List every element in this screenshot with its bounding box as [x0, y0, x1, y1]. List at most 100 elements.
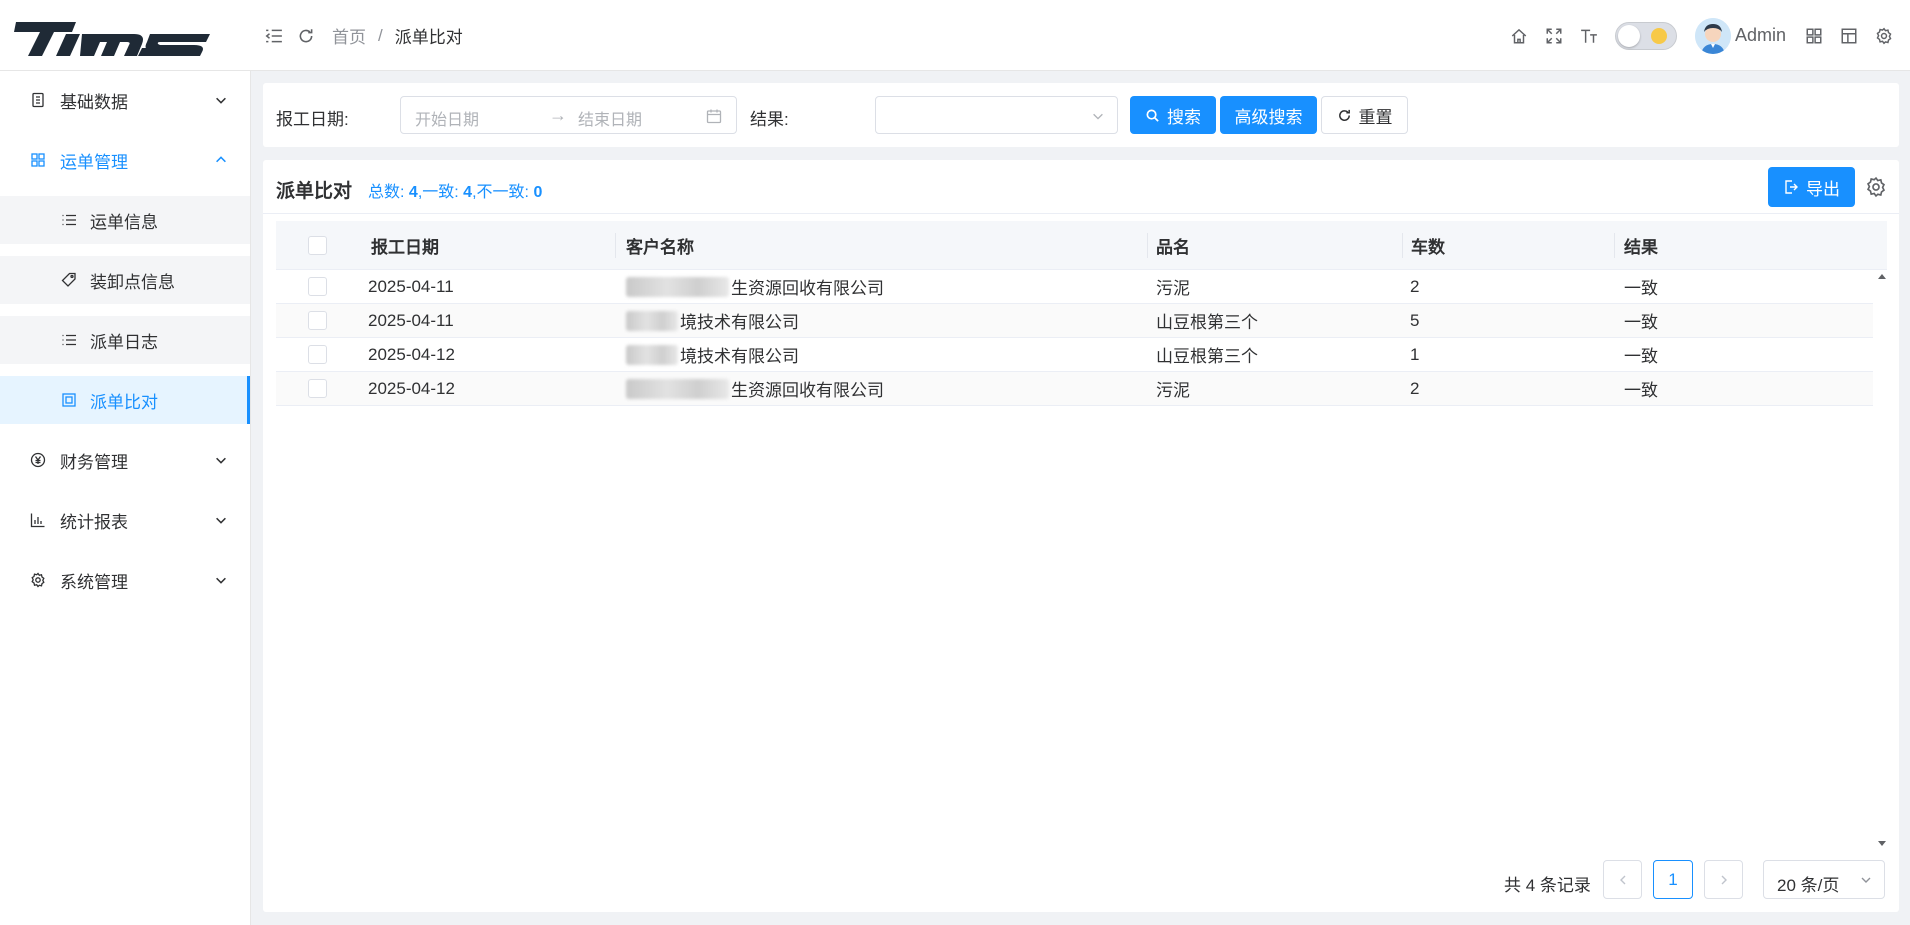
table-summary: 总数: 4,一致: 4,不一致: 0 [368, 178, 542, 202]
redacted-text [626, 310, 678, 331]
sun-icon [1650, 27, 1667, 44]
column-divider [1147, 233, 1148, 258]
cell-product: 污泥 [1156, 279, 1190, 298]
layout-grid-icon[interactable] [1802, 24, 1826, 48]
cell-count: 2 [1410, 378, 1420, 398]
redacted-text [626, 344, 678, 365]
column-header-result[interactable]: 结果 [1624, 221, 1658, 270]
cell-count: 2 [1410, 276, 1420, 296]
chevron-down-icon [1093, 113, 1103, 120]
select-all-cell [308, 221, 327, 270]
sidebar-item-waybill-info[interactable]: 运单信息 [0, 196, 250, 244]
breadcrumb-home[interactable]: 首页 [332, 23, 366, 48]
font-size-icon[interactable] [1577, 24, 1601, 48]
app-root: 首页 / 派单比对 Admin 基础数据 运单管理 运单信息 装卸点信息 派单日… [0, 0, 1910, 925]
sidebar-item-basic-data[interactable]: 基础数据 [0, 76, 250, 124]
chevron-down-icon [216, 517, 226, 524]
row-checkbox[interactable] [308, 345, 327, 364]
end-date-input[interactable]: 结束日期 [578, 106, 642, 130]
customer-name: 境技术有限公司 [680, 313, 799, 332]
page-number-button[interactable]: 1 [1653, 860, 1693, 899]
cell-result: 一致 [1624, 381, 1658, 400]
column-header-customer[interactable]: 客户名称 [626, 221, 694, 270]
table-title: 派单比对 [276, 181, 353, 202]
sidebar-item-system[interactable]: 系统管理 [0, 556, 250, 604]
cell-date: 2025-04-11 [368, 310, 454, 330]
cell-customer: 境技术有限公司 [626, 304, 799, 337]
reset-button[interactable]: 重置 [1321, 96, 1408, 134]
search-button[interactable]: 搜索 [1130, 96, 1216, 134]
reset-button-label: 重置 [1358, 107, 1393, 127]
calendar-icon [706, 109, 722, 124]
cell-result: 一致 [1624, 347, 1658, 366]
total-label: 总数: [368, 184, 405, 201]
fullscreen-icon[interactable] [1542, 24, 1566, 48]
user-menu[interactable]: Admin [1694, 17, 1786, 54]
date-range-picker[interactable]: 开始日期 → 结束日期 [400, 96, 737, 134]
home-icon[interactable] [1507, 24, 1531, 48]
avatar [1694, 17, 1731, 54]
cell-customer: 境技术有限公司 [626, 338, 799, 371]
column-header-count[interactable]: 车数 [1411, 221, 1445, 270]
list-icon [62, 214, 76, 226]
row-checkbox[interactable] [308, 379, 327, 398]
sidebar-item-reports[interactable]: 统计报表 [0, 496, 250, 544]
sidebar-item-label: 财务管理 [60, 452, 128, 472]
scroll-up-arrow[interactable] [1877, 272, 1887, 282]
column-header-product[interactable]: 品名 [1156, 221, 1190, 270]
collapse-menu-icon[interactable] [262, 24, 286, 48]
sidebar-item-dispatch-log[interactable]: 派单日志 [0, 316, 250, 364]
advanced-search-button[interactable]: 高级搜索 [1220, 96, 1317, 134]
export-button-label: 导出 [1806, 179, 1840, 199]
cell-customer: 生资源回收有限公司 [626, 270, 884, 303]
cell-result: 一致 [1624, 313, 1658, 332]
settings-icon[interactable] [1872, 24, 1896, 48]
chevron-down-icon [216, 577, 226, 584]
cell-product: 污泥 [1156, 381, 1190, 400]
scroll-down-arrow[interactable] [1877, 838, 1887, 848]
customer-name: 生资源回收有限公司 [731, 279, 884, 298]
result-select[interactable] [875, 96, 1118, 134]
start-date-input[interactable]: 开始日期 [415, 106, 479, 130]
column-header-date[interactable]: 报工日期 [371, 221, 439, 270]
prev-page-button[interactable] [1603, 860, 1642, 899]
column-settings-icon[interactable] [1865, 176, 1887, 198]
match-count: 4 [463, 184, 473, 201]
row-checkbox[interactable] [308, 311, 327, 330]
sidebar-item-waybill-management[interactable]: 运单管理 [0, 136, 250, 184]
table-row[interactable]: 2025-04-12 生资源回收有限公司 污泥 2 一致 [276, 372, 1873, 406]
column-divider [1402, 233, 1403, 258]
table-row[interactable]: 2025-04-12 境技术有限公司 山豆根第三个 1 一致 [276, 338, 1873, 372]
cell-date: 2025-04-12 [368, 344, 455, 364]
select-all-checkbox[interactable] [308, 236, 327, 255]
total-count: 4 [408, 184, 418, 201]
row-checkbox[interactable] [308, 277, 327, 296]
page-size-select[interactable]: 20 条/页 [1763, 860, 1885, 899]
range-separator: → [549, 105, 567, 125]
redacted-text [626, 378, 729, 399]
next-page-button[interactable] [1704, 860, 1743, 899]
database-icon [32, 92, 44, 108]
tims-logo [14, 22, 210, 56]
gear-icon [31, 572, 45, 588]
sidebar-item-loading-points[interactable]: 装卸点信息 [0, 256, 250, 304]
sidebar-item-label: 派单日志 [90, 332, 158, 352]
sidebar: 基础数据 运单管理 运单信息 装卸点信息 派单日志 派单比对 财务管理 统计报表… [0, 71, 251, 925]
cell-product: 山豆根第三个 [1156, 347, 1258, 366]
sidebar-item-finance[interactable]: 财务管理 [0, 436, 250, 484]
yen-icon [30, 452, 46, 468]
layout-icon[interactable] [1837, 24, 1861, 48]
cell-date: 2025-04-11 [368, 276, 454, 296]
export-icon [1785, 180, 1798, 194]
mismatch-count: 0 [533, 184, 543, 201]
cell-product: 山豆根第三个 [1156, 313, 1258, 332]
theme-toggle[interactable] [1614, 21, 1677, 50]
row-select-cell [276, 270, 356, 303]
export-button[interactable]: 导出 [1768, 167, 1855, 207]
table-row[interactable]: 2025-04-11 境技术有限公司 山豆根第三个 5 一致 [276, 304, 1873, 338]
table-row[interactable]: 2025-04-11 生资源回收有限公司 污泥 2 一致 [276, 270, 1873, 304]
sidebar-item-dispatch-compare[interactable]: 派单比对 [0, 376, 250, 424]
refresh-icon[interactable] [294, 24, 318, 48]
sidebar-item-label: 统计报表 [60, 512, 128, 532]
user-name: Admin [1734, 25, 1786, 45]
